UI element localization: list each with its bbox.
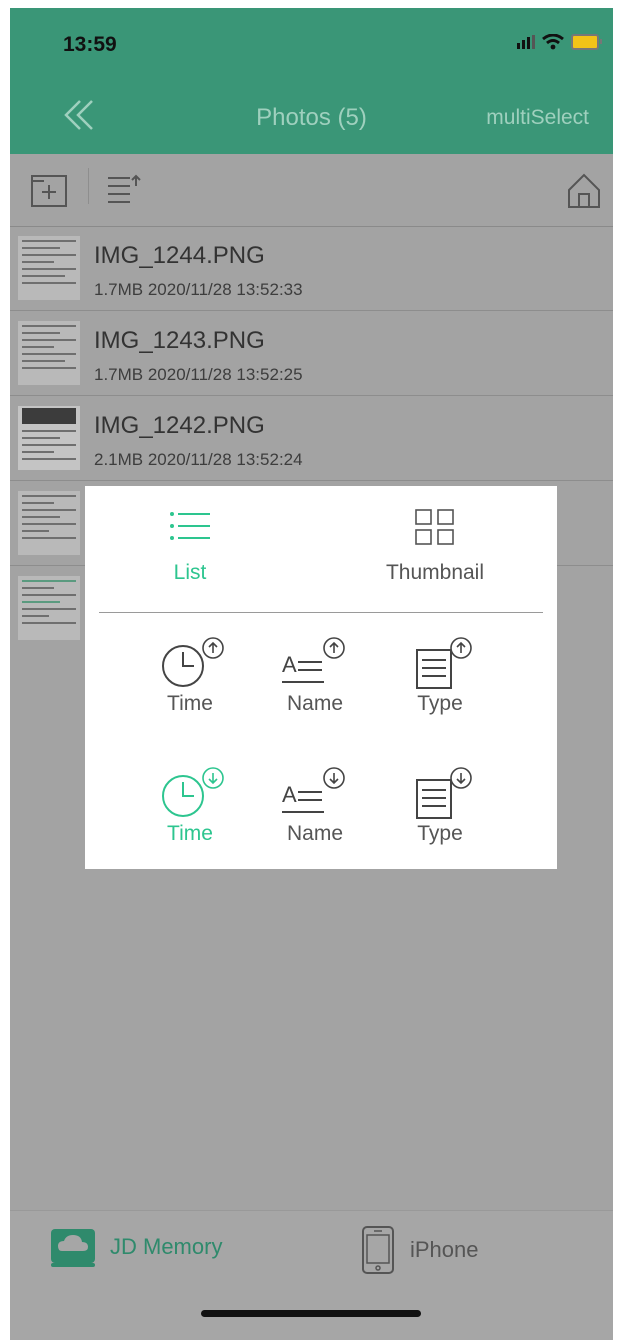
tab-label: JD Memory	[110, 1234, 223, 1259]
list-item[interactable]: IMG_1242.PNG 2.1MB 2020/11/28 13:52:24	[10, 396, 613, 481]
view-mode-thumbnail[interactable]: Thumbnail	[370, 508, 500, 585]
home-indicator	[201, 1310, 421, 1317]
file-thumbnail	[18, 236, 80, 300]
file-name: IMG_1244.PNG	[94, 242, 265, 269]
file-thumbnail	[18, 576, 80, 640]
sort-time-descending[interactable]: Time	[145, 766, 235, 846]
name-sort-icon: A	[282, 637, 345, 683]
file-meta: 1.7MB 2020/11/28 13:52:25	[94, 365, 303, 384]
file-thumbnail	[18, 321, 80, 385]
status-icons	[517, 34, 602, 50]
sort-label: Name	[286, 692, 344, 715]
tab-bar: JD Memory iPhone	[10, 1210, 613, 1340]
phone-icon	[362, 1226, 394, 1274]
list-item[interactable]: IMG_1243.PNG 1.7MB 2020/11/28 13:52:25	[10, 311, 613, 396]
home-icon[interactable]	[566, 172, 602, 215]
signal-icon	[517, 35, 535, 49]
clock-icon	[162, 767, 224, 817]
list-item[interactable]: IMG_1244.PNG 1.7MB 2020/11/28 13:52:33	[10, 226, 613, 311]
document-icon	[416, 637, 472, 689]
document-icon	[416, 767, 472, 819]
file-meta: 1.7MB 2020/11/28 13:52:33	[94, 280, 303, 299]
file-thumbnail	[18, 406, 80, 470]
tab-jd-memory[interactable]: JD Memory	[50, 1225, 222, 1269]
sort-type-descending[interactable]: Type	[395, 766, 485, 846]
battery-icon	[571, 34, 602, 50]
view-mode-label: List	[173, 561, 207, 584]
view-sort-popup: List Thumbnail Time A Name Type Time A N…	[85, 486, 557, 869]
file-name: IMG_1243.PNG	[94, 327, 265, 354]
multiselect-button[interactable]: multiSelect	[486, 106, 589, 130]
wifi-icon	[542, 34, 564, 50]
svg-text:A: A	[282, 782, 297, 807]
file-name: IMG_1242.PNG	[94, 412, 265, 439]
sort-list-icon[interactable]	[106, 172, 142, 213]
sort-label: Type	[417, 692, 463, 715]
grid-icon	[415, 509, 454, 545]
file-meta: 2.1MB 2020/11/28 13:52:24	[94, 450, 303, 469]
tab-label: iPhone	[410, 1237, 479, 1262]
sort-name-descending[interactable]: A Name	[270, 766, 360, 846]
file-thumbnail	[18, 491, 80, 555]
status-time: 13:59	[63, 33, 117, 56]
add-folder-icon[interactable]	[30, 172, 68, 213]
app-screen: 13:59 Photos (5) multiSelect IMG_1244.PN…	[10, 8, 613, 1340]
cloud-drive-icon	[51, 1229, 95, 1267]
view-mode-label: Thumbnail	[385, 561, 485, 584]
sort-label: Type	[417, 822, 463, 845]
view-mode-list[interactable]: List	[150, 508, 230, 585]
svg-text:A: A	[282, 652, 297, 677]
list-icon	[170, 512, 210, 540]
sort-name-ascending[interactable]: A Name	[270, 636, 360, 716]
sort-time-ascending[interactable]: Time	[145, 636, 235, 716]
sort-label: Time	[167, 692, 213, 715]
clock-icon	[162, 637, 224, 687]
sort-type-ascending[interactable]: Type	[395, 636, 485, 716]
header: 13:59 Photos (5) multiSelect	[10, 8, 613, 154]
sort-label: Name	[286, 822, 344, 845]
toolbar-divider	[88, 168, 89, 204]
tab-iphone[interactable]: iPhone	[360, 1225, 479, 1275]
sort-label: Time	[167, 822, 213, 845]
name-sort-icon: A	[282, 767, 345, 813]
toolbar	[10, 154, 613, 227]
popup-divider	[99, 612, 543, 613]
